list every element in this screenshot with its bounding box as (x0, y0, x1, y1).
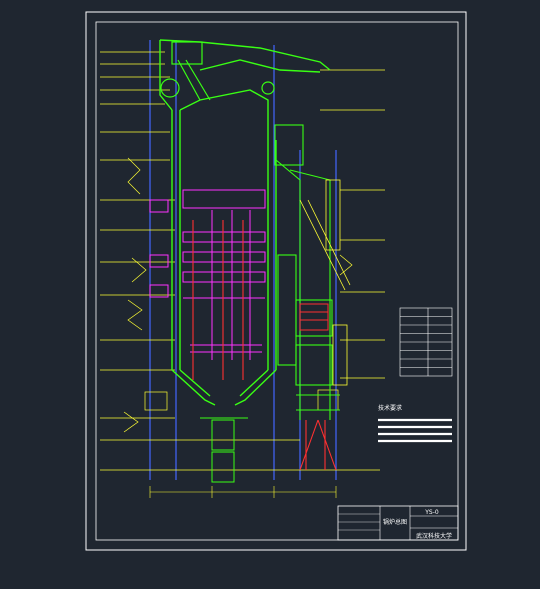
ash-hopper (200, 417, 248, 483)
title-block: YS-0 锅炉总图 武汉科技大学 (337, 505, 459, 541)
economizer (299, 303, 329, 331)
drawing-number: YS-0 (424, 509, 439, 516)
sheet-title: 锅炉总图 (383, 518, 407, 526)
notes-heading: 技术要求 (378, 404, 402, 412)
superheater-tubes (149, 189, 266, 360)
technical-notes: 技术要求 (378, 404, 452, 443)
boiler-elevation-drawing (100, 39, 385, 498)
cad-drawing-canvas: 技术要求 YS-0 锅炉总图 武汉科技大学 (85, 11, 467, 551)
university-name: 武汉科技大学 (416, 532, 452, 540)
spec-table (399, 307, 453, 377)
air-preheater (299, 179, 351, 386)
dimension-lines (149, 486, 337, 498)
furnace-walls (159, 39, 331, 406)
steam-drum (160, 41, 275, 101)
back-pass (274, 124, 340, 420)
